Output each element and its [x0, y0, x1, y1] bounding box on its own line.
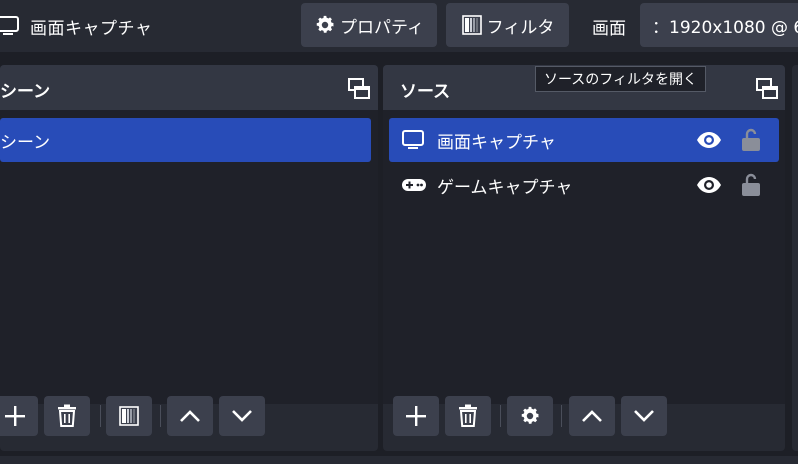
plus-icon [5, 406, 25, 426]
undock-icon[interactable] [347, 77, 371, 101]
scenes-dock-header: シーン [0, 65, 378, 110]
undock-icon[interactable] [755, 77, 779, 101]
unlock-icon [742, 173, 760, 196]
footer-separator [160, 405, 161, 427]
sources-dock-title: ソース [400, 82, 451, 102]
filters-tooltip: ソースのフィルタを開く [535, 66, 707, 92]
eye-icon [697, 177, 721, 193]
gamepad-icon [402, 179, 426, 191]
move-scene-down-button[interactable] [219, 396, 265, 436]
current-source-name: 画面キャプチャ [30, 18, 153, 39]
gear-icon [316, 15, 334, 33]
scenes-list: シーン [0, 110, 378, 404]
remove-source-button[interactable] [445, 396, 491, 436]
footer-separator [500, 405, 501, 427]
source-toolbar: 画面キャプチャ プロパティ フィルタ 画面 ：1920x1080 @ 60 [0, 0, 798, 52]
obs-window: 画面キャプチャ プロパティ フィルタ 画面 ：1920x1080 @ 60 [0, 0, 798, 464]
properties-button[interactable]: プロパティ [301, 3, 437, 47]
scene-item-label: シーン [0, 132, 51, 153]
scenes-dock-footer [0, 396, 378, 451]
source-item[interactable]: ゲームキャプチャ [389, 163, 779, 207]
scene-filters-button[interactable] [106, 396, 152, 436]
remove-scene-button[interactable] [44, 396, 90, 436]
trash-icon [459, 404, 477, 427]
monitor-icon [0, 16, 19, 35]
scenes-dock: シーン シーン [0, 65, 378, 451]
gear-icon [521, 406, 539, 424]
filter-icon [461, 15, 482, 35]
display-label: 画面 [592, 19, 626, 39]
plus-icon [406, 406, 426, 426]
unlock-icon [742, 128, 760, 151]
monitor-icon [402, 130, 424, 149]
properties-label: プロパティ [340, 17, 424, 38]
source-item-label: 画面キャプチャ [437, 132, 556, 153]
visibility-toggle[interactable] [695, 176, 723, 194]
move-scene-up-button[interactable] [167, 396, 213, 436]
lock-toggle[interactable] [737, 128, 765, 152]
chevron-up-icon [180, 410, 200, 422]
audio-mixer-dock [792, 65, 798, 451]
footer-separator [561, 405, 562, 427]
visibility-toggle[interactable] [695, 131, 723, 149]
sources-dock-footer [383, 396, 785, 451]
sources-list: 画面キャプチャ ゲームキャプチャ [383, 110, 785, 404]
add-source-button[interactable] [393, 396, 439, 436]
sources-dock: ソース 画面キャプチャ ゲームキャプチャ [383, 65, 785, 451]
chevron-down-icon [232, 410, 252, 422]
move-source-up-button[interactable] [569, 396, 615, 436]
source-item[interactable]: 画面キャプチャ [389, 118, 779, 162]
filter-icon [119, 406, 139, 426]
move-source-down-button[interactable] [621, 396, 667, 436]
display-select[interactable]: ：1920x1080 @ 60 [640, 3, 798, 47]
status-bar [0, 456, 798, 464]
current-source: 画面キャプチャ [0, 13, 152, 39]
eye-icon [697, 132, 721, 148]
filters-label: フィルタ [486, 17, 555, 38]
display-select-value: ：1920x1080 @ 60 [652, 17, 798, 38]
chevron-down-icon [634, 410, 654, 422]
add-scene-button[interactable] [0, 396, 38, 436]
chevron-up-icon [582, 410, 602, 422]
source-item-label: ゲームキャプチャ [437, 177, 573, 198]
tooltip-text: ソースのフィルタを開く [544, 72, 698, 88]
scenes-dock-title: シーン [0, 82, 51, 102]
scene-item[interactable]: シーン [0, 118, 371, 162]
lock-toggle[interactable] [737, 173, 765, 197]
trash-icon [58, 404, 76, 427]
footer-separator [100, 405, 101, 427]
filters-button[interactable]: フィルタ [446, 3, 569, 47]
source-properties-button[interactable] [507, 396, 553, 436]
